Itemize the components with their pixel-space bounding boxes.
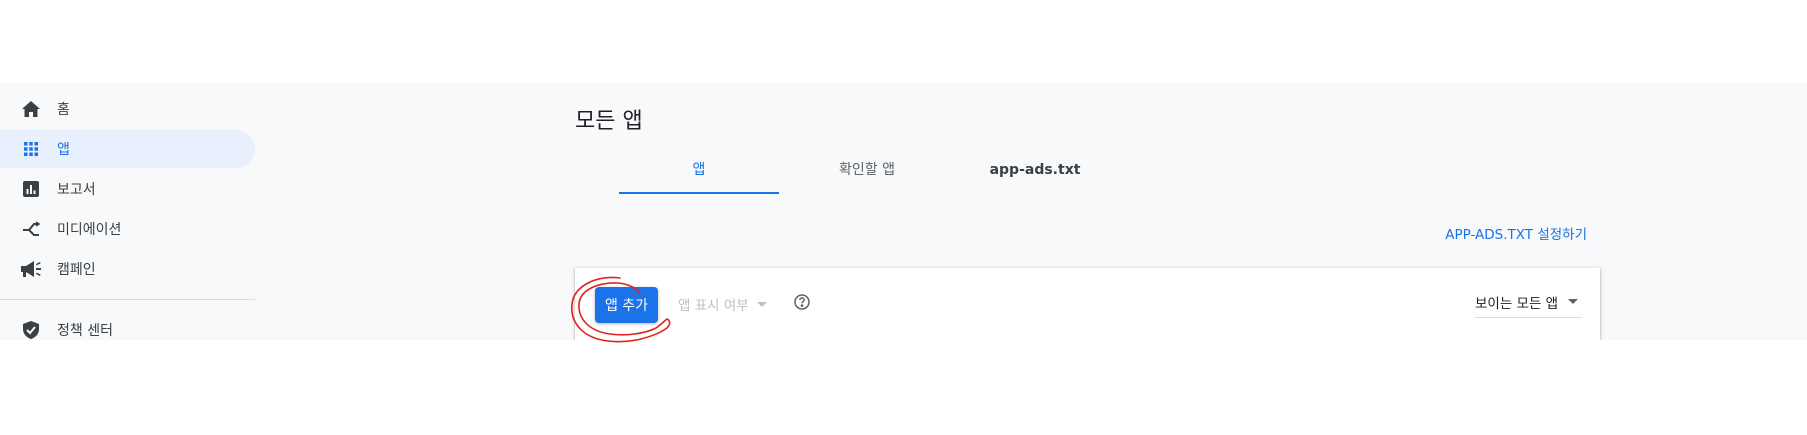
sidebar: 홈 앱 보고서 미디에이션 캠페인 정책 센터	[0, 83, 256, 340]
sidebar-item-label: 정책 센터	[57, 323, 113, 339]
app-ads-txt-setup-link[interactable]: APP-ADS.TXT 설정하기	[1445, 223, 1587, 243]
sidebar-item-apps[interactable]: 앱	[0, 130, 255, 168]
tab-apps[interactable]: 앱	[619, 156, 779, 194]
campaign-icon	[20, 258, 42, 280]
sidebar-item-label: 미디에이션	[57, 222, 122, 238]
chevron-down-icon	[1568, 299, 1579, 304]
sidebar-item-reports[interactable]: 보고서	[0, 170, 255, 208]
app-shell: 홈 앱 보고서 미디에이션 캠페인 정책 센터 모든 앱 앱 확인할 앱 app…	[0, 83, 1807, 340]
app-view-select-value: 보이는 모든 앱	[1475, 295, 1559, 312]
home-icon	[20, 98, 42, 120]
tab-app-ads-txt[interactable]: app-ads.txt	[955, 156, 1115, 194]
mediation-icon	[20, 218, 42, 240]
tab-apps-to-review[interactable]: 확인할 앱	[787, 156, 947, 194]
app-visibility-filter[interactable]: 앱 표시 여부	[678, 294, 767, 314]
add-app-button[interactable]: 앱 추가	[595, 287, 658, 323]
app-visibility-filter-label: 앱 표시 여부	[678, 298, 749, 314]
page-title: 모든 앱	[575, 109, 643, 134]
sidebar-item-label: 보고서	[57, 182, 96, 198]
sidebar-item-mediation[interactable]: 미디에이션	[0, 210, 255, 248]
sidebar-item-label: 앱	[57, 142, 70, 158]
sidebar-divider	[0, 299, 255, 300]
sidebar-item-home[interactable]: 홈	[0, 90, 255, 128]
chevron-down-icon	[756, 301, 767, 307]
sidebar-item-label: 홈	[57, 102, 70, 118]
help-icon[interactable]	[792, 292, 812, 312]
sidebar-item-policy-center[interactable]: 정책 센터	[0, 311, 255, 340]
sidebar-item-campaigns[interactable]: 캠페인	[0, 250, 255, 288]
apps-card: 앱 추가 앱 표시 여부 보이는 모든 앱	[575, 268, 1600, 340]
apps-grid-icon	[20, 138, 42, 160]
report-icon	[20, 178, 42, 200]
sidebar-item-label: 캠페인	[57, 262, 96, 278]
policy-shield-icon	[20, 319, 42, 340]
app-view-select[interactable]: 보이는 모든 앱	[1475, 286, 1582, 318]
